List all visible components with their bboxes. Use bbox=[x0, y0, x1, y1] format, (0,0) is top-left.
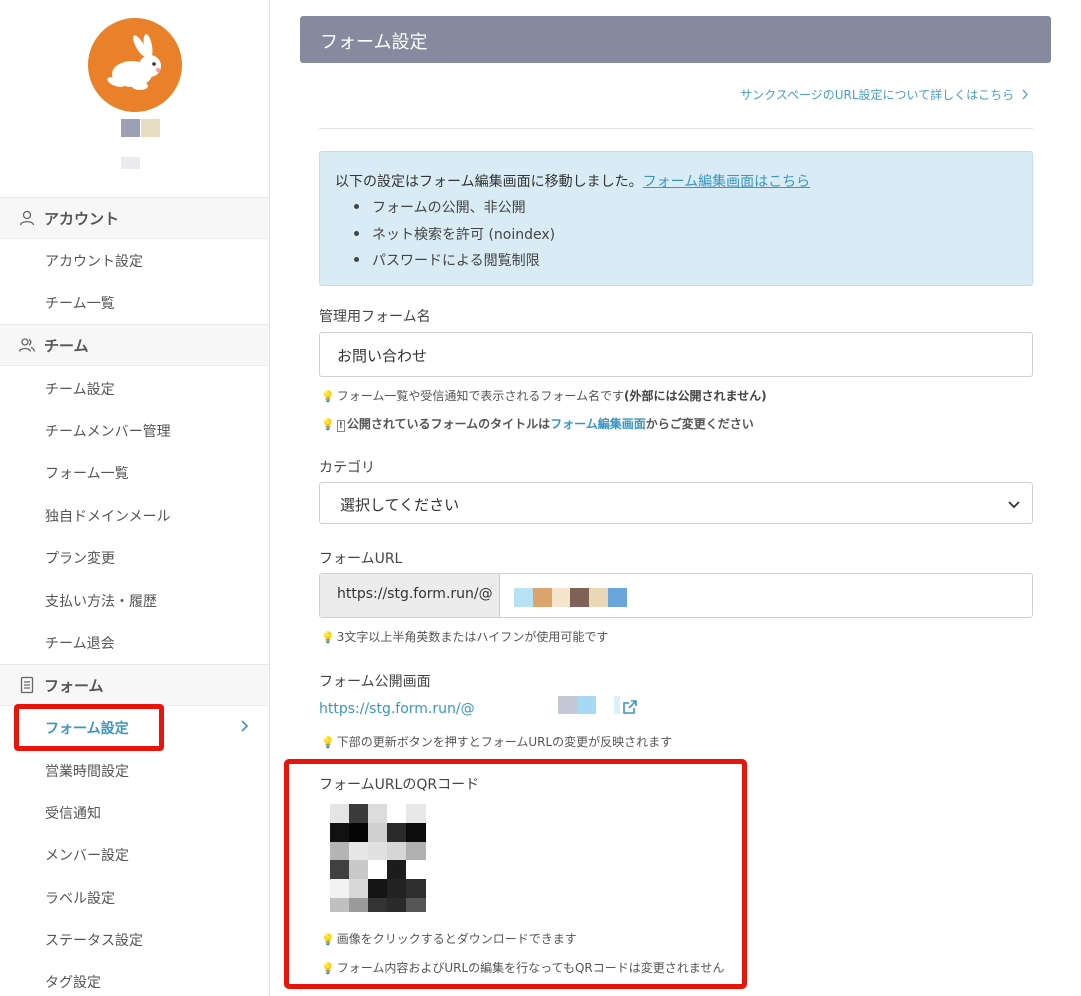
hint-text: 下部の更新ボタンを押すとフォームURLの変更が反映されます bbox=[336, 735, 673, 749]
sidebar-item-team-settings[interactable]: チーム設定 bbox=[45, 379, 115, 399]
sidebar-item-form-list[interactable]: フォーム一覧 bbox=[45, 463, 129, 483]
sidebar-item-label: フォーム設定 bbox=[45, 721, 129, 737]
chevron-right-icon bbox=[241, 720, 249, 732]
sidebar-item-payment[interactable]: 支払い方法・履歴 bbox=[45, 591, 157, 611]
sidebar-item-tag-settings[interactable]: タグ設定 bbox=[45, 972, 101, 992]
hint-text: フォーム一覧や受信通知で表示されるフォーム名です bbox=[336, 389, 624, 403]
users-icon bbox=[18, 338, 36, 352]
sidebar-item-form-settings[interactable]: フォーム設定 bbox=[14, 704, 164, 751]
team-subtext bbox=[121, 157, 140, 169]
lightbulb-icon: 💡 bbox=[321, 390, 335, 403]
lightbulb-icon: 💡 bbox=[321, 631, 335, 644]
info-bullets: フォームの公開、非公開 ネット検索を許可 (noindex) パスワードによる閲… bbox=[354, 197, 555, 277]
sidebar-item-team-list[interactable]: チーム一覧 bbox=[45, 293, 115, 313]
category-selected-value: 選択してください bbox=[340, 496, 460, 514]
notice-icon: ! bbox=[336, 420, 345, 432]
form-url-label: フォームURL bbox=[319, 551, 403, 567]
team-name bbox=[121, 119, 160, 137]
list-item: フォームの公開、非公開 bbox=[354, 197, 555, 224]
chevron-right-icon bbox=[1022, 89, 1028, 100]
divider bbox=[319, 128, 1033, 129]
page-header: フォーム設定 bbox=[300, 16, 1051, 63]
page-title: フォーム設定 bbox=[320, 32, 428, 53]
document-icon bbox=[20, 676, 34, 694]
user-icon bbox=[19, 210, 35, 226]
category-label: カテゴリ bbox=[319, 460, 375, 476]
lightbulb-icon: 💡 bbox=[321, 418, 335, 431]
sidebar-section-label: フォーム bbox=[44, 676, 104, 695]
sidebar-item-business-hours[interactable]: 営業時間設定 bbox=[45, 761, 129, 781]
qr-code-image[interactable] bbox=[330, 804, 426, 912]
sidebar-item-account-settings[interactable]: アカウント設定 bbox=[45, 251, 143, 271]
hint-text: 画像をクリックするとダウンロードできます bbox=[336, 932, 577, 946]
hint-text: からご変更ください bbox=[645, 417, 754, 431]
category-select[interactable]: 選択してください bbox=[319, 482, 1033, 524]
form-editor-link[interactable]: フォーム編集画面はこちら bbox=[643, 174, 811, 190]
sidebar-item-team-members[interactable]: チームメンバー管理 bbox=[45, 421, 171, 441]
sidebar-section-label: チーム bbox=[44, 336, 89, 355]
sidebar: アカウント アカウント設定 チーム一覧 チーム チーム設定 チームメンバー管理 … bbox=[0, 0, 270, 996]
sidebar-item-label-settings[interactable]: ラベル設定 bbox=[45, 888, 115, 908]
qr-label: フォームURLのQRコード bbox=[319, 777, 480, 793]
hint-text: 3文字以上半角英数またはハイフンが使用可能です bbox=[336, 630, 609, 644]
url-prefix: https://stg.form.run/@ bbox=[320, 574, 500, 617]
public-page-hint: 💡 下部の更新ボタンを押すとフォームURLの変更が反映されます bbox=[321, 733, 672, 750]
lightbulb-icon: 💡 bbox=[321, 736, 335, 749]
info-notice: 以下の設定はフォーム編集画面に移動しました。フォーム編集画面はこちら フォームの… bbox=[319, 151, 1033, 286]
team-avatar[interactable] bbox=[88, 18, 182, 112]
info-text: 以下の設定はフォーム編集画面に移動しました。フォーム編集画面はこちら bbox=[335, 171, 810, 191]
form-title-hint: 💡! 公開されているフォームのタイトルはフォーム編集画面からご変更ください bbox=[321, 415, 754, 432]
form-editor-inline-link[interactable]: フォーム編集画面 bbox=[550, 417, 646, 431]
info-text-body: 以下の設定はフォーム編集画面に移動しました。 bbox=[335, 174, 643, 190]
sidebar-item-status-settings[interactable]: ステータス設定 bbox=[45, 930, 143, 950]
sidebar-section-form: フォーム bbox=[0, 664, 269, 706]
hint-emphasis: (外部には公開されません) bbox=[624, 389, 767, 403]
form-url-hint: 💡 3文字以上半角英数またはハイフンが使用可能です bbox=[321, 628, 608, 645]
qr-download-hint: 💡 画像をクリックするとダウンロードできます bbox=[321, 930, 577, 947]
form-name-input[interactable]: お問い合わせ bbox=[319, 332, 1033, 377]
rabbit-icon bbox=[107, 34, 161, 90]
lightbulb-icon: 💡 bbox=[321, 962, 335, 975]
url-prefix-text: https://stg.form.run/@ bbox=[337, 586, 493, 602]
public-page-label: フォーム公開画面 bbox=[319, 674, 431, 690]
qr-unchanged-hint: 💡 フォーム内容およびURLの編集を行なってもQRコードは変更されません bbox=[321, 959, 724, 976]
list-item: ネット検索を許可 (noindex) bbox=[354, 224, 555, 251]
lightbulb-icon: 💡 bbox=[321, 933, 335, 946]
public-page-link[interactable]: https://stg.form.run/@ bbox=[319, 701, 475, 717]
sidebar-section-label: アカウント bbox=[44, 209, 120, 228]
list-item: パスワードによる閲覧制限 bbox=[354, 250, 555, 277]
form-url-input[interactable]: https://stg.form.run/@ bbox=[319, 573, 1033, 618]
thanks-link-label: サンクスページのURL設定について詳しくはこちら bbox=[740, 88, 1015, 102]
sidebar-item-plan-change[interactable]: プラン変更 bbox=[45, 548, 115, 568]
sidebar-item-notifications[interactable]: 受信通知 bbox=[45, 803, 101, 823]
chevron-down-icon bbox=[1008, 501, 1020, 509]
sidebar-item-team-leave[interactable]: チーム退会 bbox=[45, 633, 115, 653]
external-link-icon[interactable] bbox=[622, 699, 638, 715]
thanks-page-help-link[interactable]: サンクスページのURL設定について詳しくはこちら bbox=[740, 86, 1029, 103]
sidebar-section-account: アカウント bbox=[0, 197, 269, 239]
form-name-label: 管理用フォーム名 bbox=[319, 309, 431, 325]
sidebar-section-team: チーム bbox=[0, 324, 269, 366]
sidebar-item-domain-mail[interactable]: 独自ドメインメール bbox=[45, 506, 171, 526]
sidebar-item-member-settings[interactable]: メンバー設定 bbox=[45, 845, 129, 865]
form-name-hint: 💡 フォーム一覧や受信通知で表示されるフォーム名です(外部には公開されません) bbox=[321, 387, 767, 404]
hint-text: 公開されているフォームのタイトルは bbox=[346, 417, 551, 431]
form-name-value: お問い合わせ bbox=[337, 347, 428, 365]
hint-text: フォーム内容およびURLの編集を行なってもQRコードは変更されません bbox=[336, 961, 725, 975]
